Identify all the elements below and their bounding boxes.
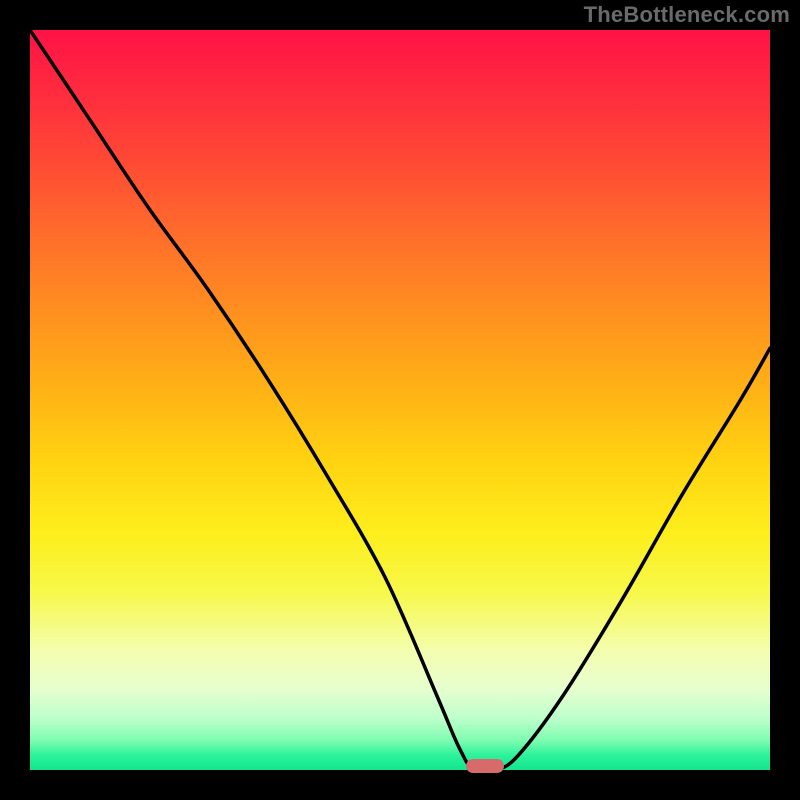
watermark-label: TheBottleneck.com [584,2,790,28]
optimal-point-marker [466,759,504,773]
curve-path [30,30,770,770]
plot-area [30,30,770,770]
chart-frame: TheBottleneck.com [0,0,800,800]
bottleneck-curve [30,30,770,770]
